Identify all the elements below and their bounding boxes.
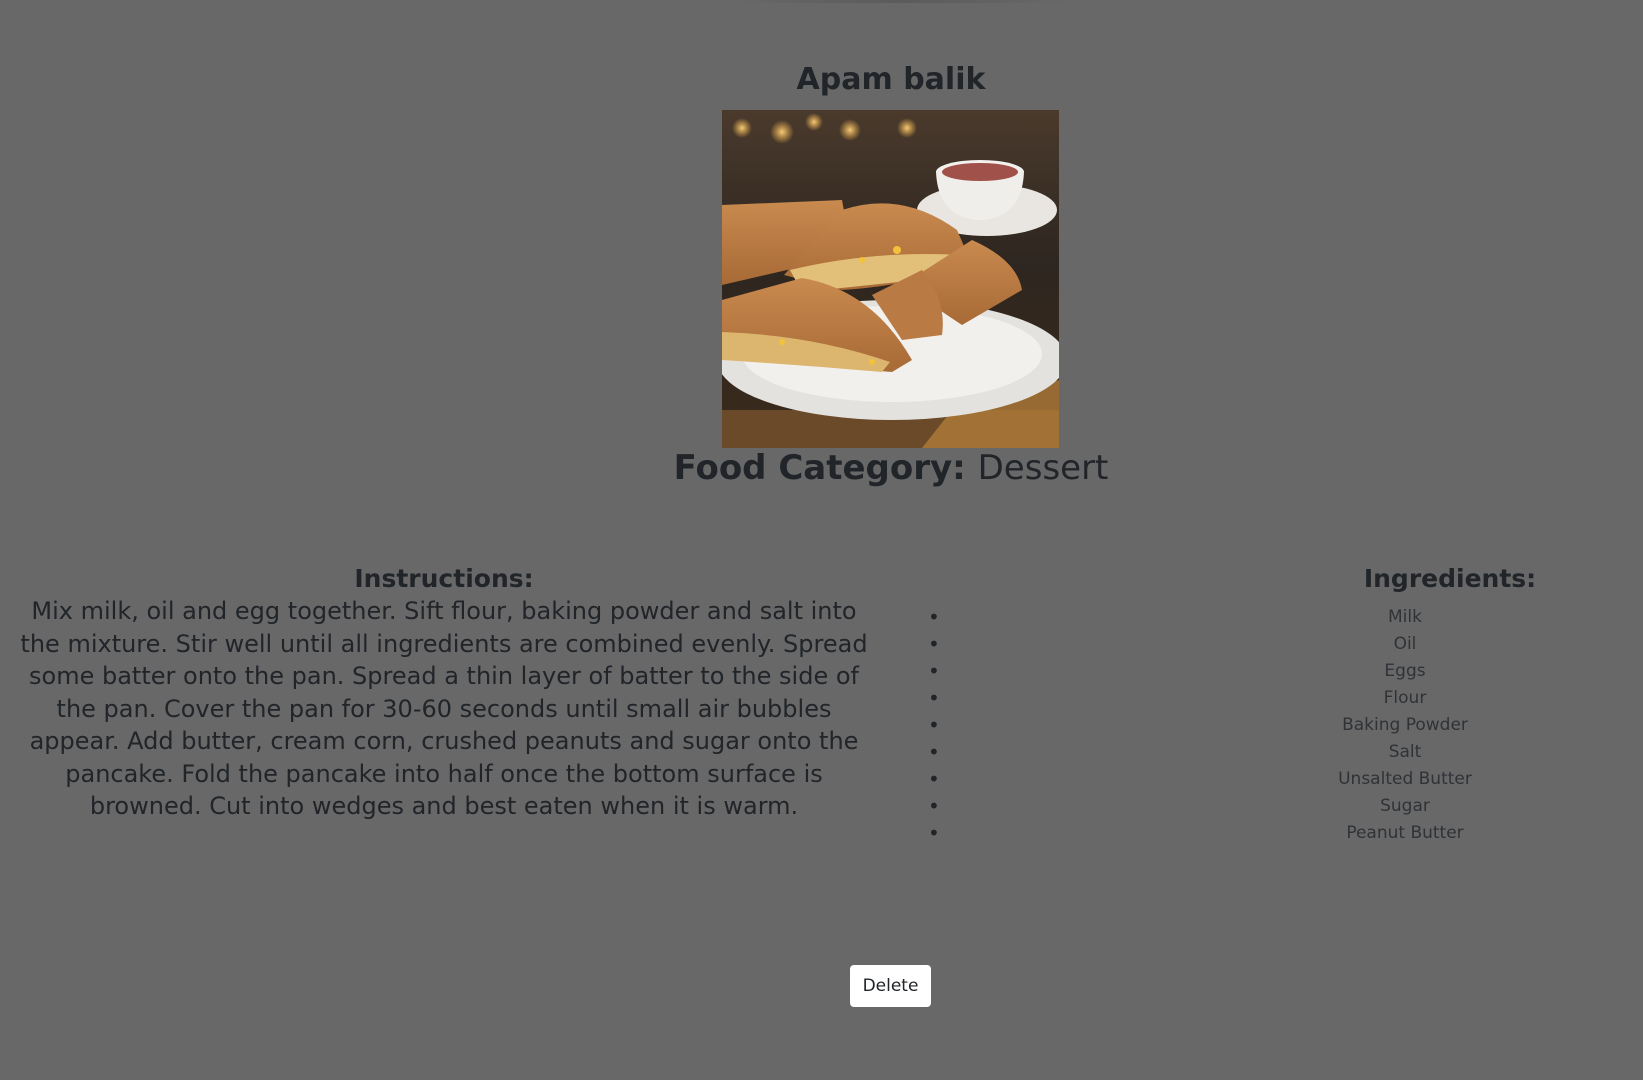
instructions-text: Mix milk, oil and egg together. Sift flo… [20, 597, 868, 820]
bullet-icon: • [928, 686, 940, 710]
ingredient-name: Milk [1388, 607, 1422, 627]
ingredient-item: • Milk [920, 604, 1643, 631]
delete-button[interactable]: Delete [850, 965, 931, 1007]
ingredient-name: Oil [1393, 634, 1417, 654]
recipe-photo [722, 110, 1059, 448]
instructions-section: Instructions: Mix milk, oil and egg toge… [10, 564, 878, 823]
bullet-icon: • [928, 713, 940, 737]
ingredient-item: • Baking Powder [920, 712, 1643, 739]
recipe-photo-illustration [722, 110, 1059, 448]
bullet-icon: • [928, 659, 940, 683]
ingredient-name: Salt [1388, 742, 1422, 762]
bullet-icon: • [928, 605, 940, 629]
food-category: Food Category: Dessert [0, 448, 1643, 488]
ingredient-item: • Sugar [920, 793, 1643, 820]
food-category-value: Dessert [977, 448, 1109, 488]
ingredient-item: • Oil [920, 631, 1643, 658]
ingredient-item: • Unsalted Butter [920, 766, 1643, 793]
ingredient-item: • Peanut Butter [920, 820, 1643, 847]
ingredient-name: Flour [1383, 688, 1427, 708]
bullet-icon: • [928, 821, 940, 845]
bullet-icon: • [928, 794, 940, 818]
bullet-icon: • [928, 767, 940, 791]
ingredient-item: • Flour [920, 685, 1643, 712]
food-category-label: Food Category: [673, 448, 966, 488]
ingredient-item: • Salt [920, 739, 1643, 766]
ingredient-name: Eggs [1384, 661, 1426, 681]
ingredient-name: Sugar [1380, 796, 1430, 816]
bullet-icon: • [928, 740, 940, 764]
ingredient-name: Unsalted Butter [1338, 769, 1472, 789]
ingredient-name: Baking Powder [1342, 715, 1468, 735]
ingredients-list: • Milk • Oil • Eggs • Flour • Baking Powder •… [920, 604, 1643, 847]
bullet-icon: • [928, 632, 940, 656]
header-shadow [730, 0, 1070, 3]
ingredients-heading: Ingredients: [1363, 564, 1537, 593]
ingredient-item: • Eggs [920, 658, 1643, 685]
instructions-heading: Instructions: [354, 564, 534, 593]
recipe-title: Apam balik [796, 62, 986, 97]
ingredient-name: Peanut Butter [1346, 823, 1464, 843]
